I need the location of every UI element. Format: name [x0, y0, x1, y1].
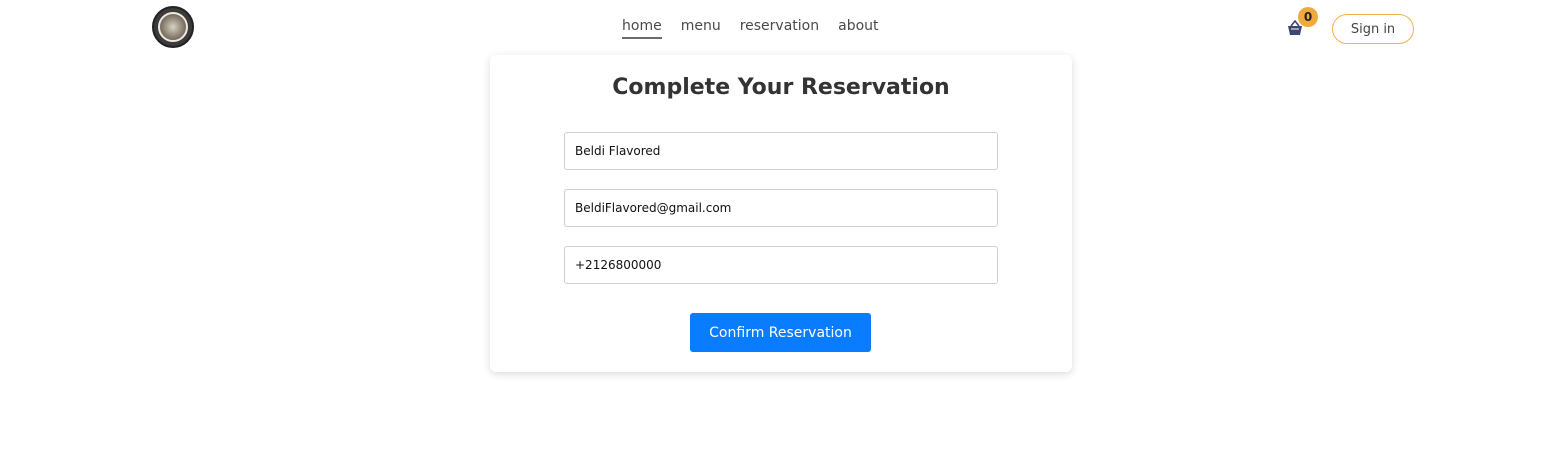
main-nav: home menu reservation about: [622, 18, 879, 39]
nav-item-about[interactable]: about: [838, 18, 878, 39]
nav-item-home[interactable]: home: [622, 18, 662, 39]
cart-count-badge: 0: [1298, 7, 1318, 27]
page-title: Complete Your Reservation: [612, 75, 950, 100]
email-field[interactable]: [564, 189, 998, 227]
nav-item-reservation[interactable]: reservation: [740, 18, 819, 39]
logo-emblem-icon: [158, 12, 188, 42]
phone-field[interactable]: [564, 246, 998, 284]
site-logo[interactable]: [152, 6, 194, 48]
sign-in-button[interactable]: Sign in: [1332, 14, 1414, 44]
nav-item-menu[interactable]: menu: [681, 18, 721, 39]
confirm-reservation-button[interactable]: Confirm Reservation: [690, 313, 871, 352]
reservation-card: Complete Your Reservation Confirm Reserv…: [490, 55, 1072, 372]
name-field[interactable]: [564, 132, 998, 170]
